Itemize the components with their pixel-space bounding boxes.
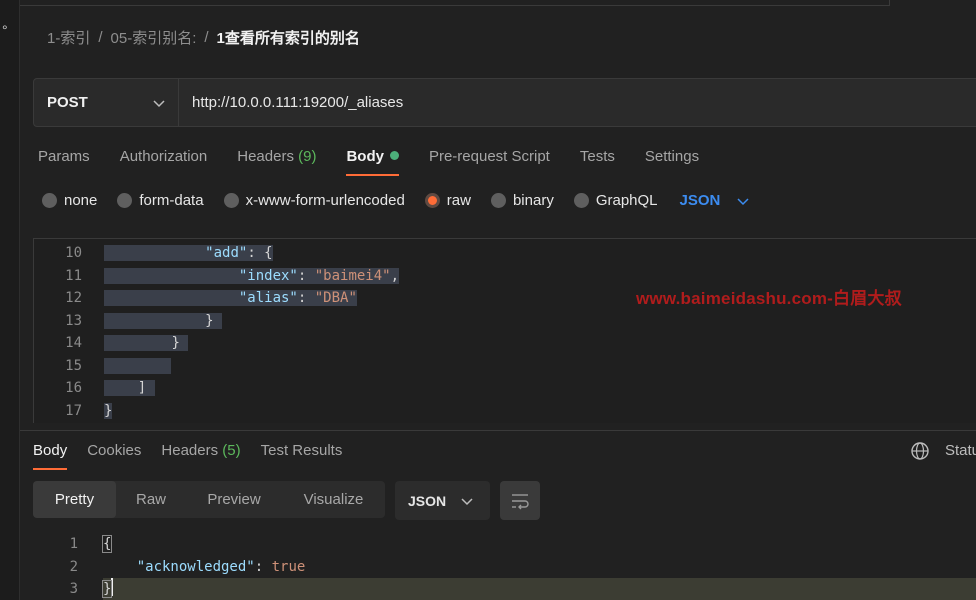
view-pretty[interactable]: Pretty: [33, 481, 116, 518]
tab-response-cookies[interactable]: Cookies: [87, 440, 141, 470]
globe-icon[interactable]: [910, 441, 930, 461]
response-tabs: Body Cookies Headers (5) Test Results: [33, 440, 362, 470]
body-active-dot-icon: [389, 151, 399, 160]
headers-count: (9): [298, 148, 317, 165]
radio-icon: [117, 193, 133, 208]
top-panel-edge: [20, 0, 890, 6]
response-view-modes: Pretty Raw Preview Visualize: [33, 481, 385, 518]
code-line: [104, 355, 399, 378]
chevron-down-icon: [461, 497, 473, 505]
tab-body[interactable]: Body: [346, 146, 399, 176]
wrap-lines-icon: [512, 493, 529, 509]
chevron-down-icon: [737, 197, 749, 205]
response-line-numbers: 1 2 3: [69, 536, 78, 597]
wrap-lines-button[interactable]: [500, 481, 540, 520]
text-cursor: [111, 578, 114, 596]
view-preview[interactable]: Preview: [186, 481, 282, 518]
body-type-form-data[interactable]: form-data: [117, 192, 204, 209]
response-code: { "acknowledged": true }: [101, 535, 306, 598]
breadcrumb-current-request[interactable]: 1查看所有索引的别名: [217, 27, 360, 48]
radio-icon: [573, 193, 589, 208]
code-line: ]: [104, 377, 399, 400]
code-line: "alias": "DBA": [104, 287, 399, 310]
code-line: }: [104, 310, 399, 333]
chevron-down-icon: [153, 99, 165, 107]
radio-icon: [223, 193, 239, 208]
body-type-urlencoded[interactable]: x-www-form-urlencoded: [223, 192, 405, 209]
code-line: "index": "baimei4",: [104, 265, 400, 288]
left-sidebar-edge: °: [0, 0, 20, 600]
radio-icon: [490, 193, 506, 208]
pane-divider[interactable]: [20, 430, 976, 431]
tab-response-body[interactable]: Body: [33, 440, 68, 470]
editor-code: "add": { "index": "baimei4", "alias": "D…: [104, 242, 400, 422]
response-body-viewer[interactable]: 1 2 3 { "acknowledged": true }: [20, 533, 976, 600]
body-type-graphql[interactable]: GraphQL: [573, 192, 658, 209]
code-line: "add": {: [104, 242, 399, 265]
breadcrumb-separator: /: [204, 29, 209, 46]
request-tabs: Params Authorization Headers (9) Body Pr…: [38, 146, 729, 176]
tab-params[interactable]: Params: [38, 146, 90, 176]
breadcrumb-item-folder[interactable]: 05-索引别名:: [111, 27, 197, 48]
response-format-select[interactable]: JSON: [395, 481, 490, 520]
request-body-editor[interactable]: 10 11 12 13 14 15 16 17 "add": { "index"…: [33, 238, 976, 423]
radio-icon: [42, 193, 57, 208]
editor-line-numbers: 10 11 12 13 14 15 16 17: [65, 245, 82, 419]
tab-authorization[interactable]: Authorization: [120, 146, 208, 176]
url-input[interactable]: http://10.0.0.111:19200/_aliases: [179, 94, 403, 111]
radio-checked-icon: [424, 193, 440, 208]
code-line: }: [104, 332, 399, 355]
breadcrumb-separator: /: [98, 29, 103, 46]
body-type-none[interactable]: none: [42, 192, 97, 209]
breadcrumb-item-collection[interactable]: 1-索引: [47, 27, 90, 48]
request-url-bar: POST http://10.0.0.111:19200/_aliases: [33, 78, 976, 127]
breadcrumb: 1-索引 / 05-索引别名: / 1查看所有索引的别名: [47, 27, 360, 48]
tab-tests[interactable]: Tests: [580, 146, 615, 176]
tab-response-headers[interactable]: Headers (5): [161, 440, 240, 470]
tab-test-results[interactable]: Test Results: [261, 440, 343, 470]
watermark-text: www.baimeidashu.com-白眉大叔: [636, 289, 902, 308]
view-visualize[interactable]: Visualize: [282, 481, 385, 518]
tab-headers[interactable]: Headers (9): [237, 146, 316, 176]
body-type-raw[interactable]: raw: [424, 192, 471, 209]
sidebar-text-fragment: °: [2, 22, 8, 38]
method-label: POST: [47, 94, 88, 111]
response-status: Statu: [945, 442, 976, 459]
method-select[interactable]: POST: [34, 79, 179, 126]
view-raw[interactable]: Raw: [116, 481, 186, 518]
tab-settings[interactable]: Settings: [645, 146, 699, 176]
body-type-binary[interactable]: binary: [490, 192, 554, 209]
code-line: }: [104, 402, 113, 419]
tab-pre-request-script[interactable]: Pre-request Script: [429, 146, 550, 176]
response-headers-count: (5): [222, 442, 241, 459]
body-type-options: none form-data x-www-form-urlencoded raw…: [42, 192, 750, 209]
body-language-select[interactable]: JSON: [680, 192, 751, 209]
